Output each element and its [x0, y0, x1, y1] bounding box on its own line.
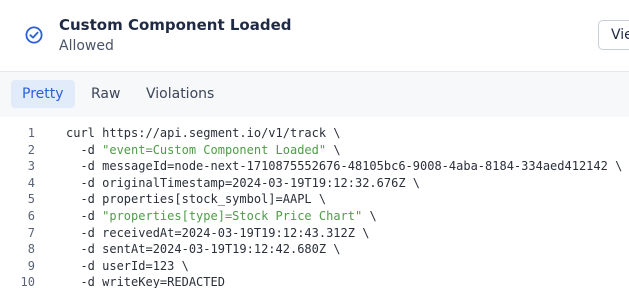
tab-bar: Pretty Raw Violations [0, 72, 629, 117]
code-token: -d originalTimestamp=2024-03-19T19:12:32… [66, 175, 421, 190]
tab-raw[interactable]: Raw [80, 80, 131, 108]
line-number: 6 [27, 209, 35, 223]
code-token: -d userId=123 \ [66, 258, 189, 273]
event-status: Allowed [59, 38, 114, 54]
code-token: -d [66, 142, 103, 157]
code-text: curl https://api.segment.io/v1/track \ [66, 125, 341, 142]
event-header: Custom Component Loaded Allowed View [0, 0, 629, 72]
code-token: -d writeKey=REDACTED [66, 275, 225, 288]
code-text: -d userId=123 \ [66, 258, 189, 275]
code-token: -d receivedAt=2024-03-19T19:12:43.312Z \ [66, 225, 370, 240]
tab-pretty[interactable]: Pretty [11, 80, 75, 108]
code-string: "properties[type]=Stock Price Chart" [102, 209, 363, 223]
code-token: curl https://api.segment.io/v1/track \ [66, 126, 341, 140]
code-text: -d "properties[type]=Stock Price Chart" … [66, 208, 377, 225]
code-token: -d properties[stock_symbol]=AAPL \ [66, 192, 327, 207]
code-token: \ [326, 142, 341, 157]
code-line: 8 -d sentAt=2024-03-19T19:12:42.680Z \ [0, 241, 629, 258]
code-line: 4 -d originalTimestamp=2024-03-19T19:12:… [0, 175, 629, 192]
code-line: 9 -d userId=123 \ [0, 258, 629, 275]
code-text: -d sentAt=2024-03-19T19:12:42.680Z \ [66, 241, 341, 258]
line-number: 7 [27, 225, 35, 240]
line-number: 3 [27, 159, 35, 174]
code-line: 10 -d writeKey=REDACTED [0, 274, 629, 288]
event-title: Custom Component Loaded [59, 16, 292, 34]
code-line: 6 -d "properties[type]=Stock Price Chart… [0, 208, 629, 225]
code-text: -d properties[stock_symbol]=AAPL \ [66, 191, 326, 208]
line-number: 9 [27, 258, 35, 273]
code-line: 5 -d properties[stock_symbol]=AAPL \ [0, 191, 629, 208]
code-line: 7 -d receivedAt=2024-03-19T19:12:43.312Z… [0, 225, 629, 242]
line-number: 4 [27, 175, 35, 190]
code-text: -d writeKey=REDACTED [66, 274, 225, 288]
code-line: 1 curl https://api.segment.io/v1/track \ [0, 125, 629, 142]
code-text: -d "event=Custom Component Loaded" \ [66, 142, 341, 159]
code-text: -d messageId=node-next-1710875552676-481… [66, 158, 622, 175]
code-string: "event=Custom Component Loaded" [102, 142, 327, 157]
code-token: -d sentAt=2024-03-19T19:12:42.680Z \ [66, 242, 341, 257]
tab-violations[interactable]: Violations [135, 80, 225, 108]
line-number: 8 [27, 242, 35, 257]
check-circle-icon [25, 26, 43, 44]
view-button[interactable]: View [598, 20, 629, 50]
code-token: -d [66, 209, 103, 223]
line-number: 2 [27, 142, 35, 157]
code-view: 1 curl https://api.segment.io/v1/track \ 2… [0, 117, 629, 288]
code-text: -d originalTimestamp=2024-03-19T19:12:32… [66, 175, 420, 192]
code-token: \ [362, 209, 377, 223]
code-line: 3 -d messageId=node-next-1710875552676-4… [0, 158, 629, 175]
line-number: 5 [27, 192, 35, 207]
code-line: 2 -d "event=Custom Component Loaded" \ [0, 142, 629, 159]
code-text: -d receivedAt=2024-03-19T19:12:43.312Z \ [66, 225, 369, 242]
line-number: 1 [27, 126, 35, 140]
line-number: 10 [20, 275, 35, 288]
code-token: -d messageId=node-next-1710875552676-481… [66, 159, 623, 174]
